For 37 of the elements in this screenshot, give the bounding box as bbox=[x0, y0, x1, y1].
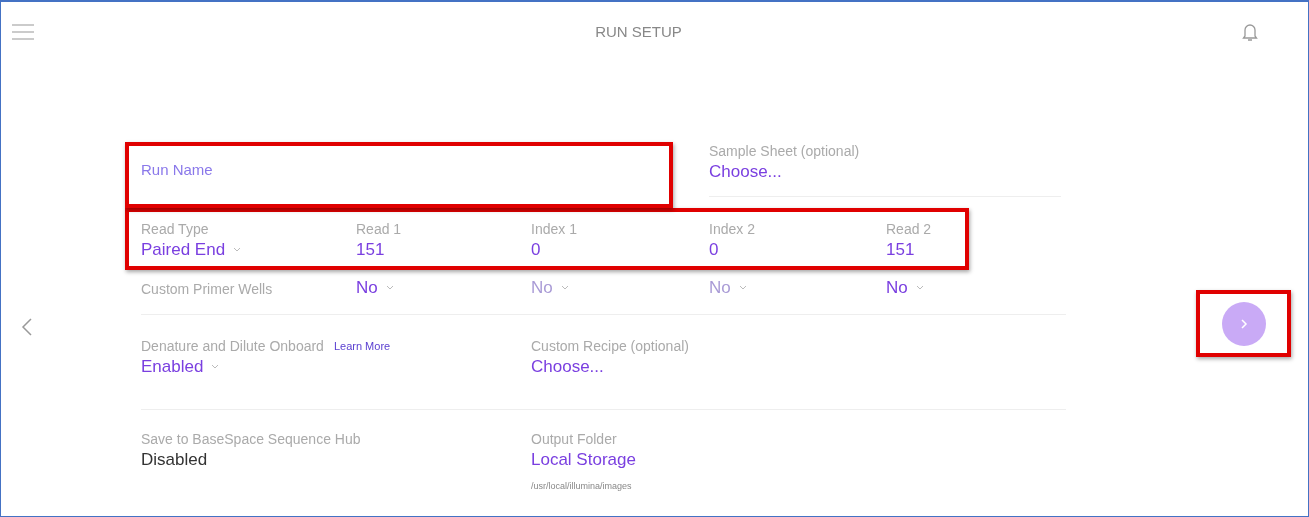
field-label: Output Folder bbox=[531, 430, 618, 448]
bell-icon[interactable] bbox=[1242, 22, 1258, 42]
learn-more-link[interactable]: Learn More bbox=[333, 337, 391, 355]
select-value[interactable]: Enabled bbox=[141, 355, 220, 379]
cycle-value[interactable]: 151 bbox=[356, 238, 385, 262]
choose-link[interactable]: Choose... bbox=[709, 160, 782, 184]
caret-icon bbox=[915, 285, 924, 291]
caret-icon bbox=[560, 285, 569, 291]
field-label: Denature and Dilute Onboard bbox=[141, 337, 324, 355]
select-value[interactable]: Paired End bbox=[141, 238, 242, 262]
cycle-value[interactable]: 0 bbox=[531, 238, 541, 262]
field-label: Custom Recipe (optional) bbox=[531, 337, 690, 355]
cycle-value[interactable]: 0 bbox=[709, 238, 719, 262]
field-label: Index 2 bbox=[709, 220, 756, 238]
folder-path: /usr/local/illumina/images bbox=[531, 481, 632, 491]
select-value: No bbox=[531, 276, 569, 300]
field-label: Sample Sheet (optional) bbox=[709, 142, 861, 160]
field-label: Read 1 bbox=[356, 220, 403, 238]
caret-icon bbox=[233, 247, 242, 253]
choose-link[interactable]: Choose... bbox=[531, 355, 604, 379]
field-label: Index 1 bbox=[531, 220, 578, 238]
select-value[interactable]: No bbox=[886, 276, 924, 300]
field-label: Save to BaseSpace Sequence Hub bbox=[141, 430, 362, 448]
select-value[interactable]: No bbox=[356, 276, 394, 300]
select-value: No bbox=[709, 276, 747, 300]
page-title: RUN SETUP bbox=[595, 21, 682, 42]
field-label: Custom Primer Wells bbox=[141, 280, 274, 299]
field-label: Read Type bbox=[141, 220, 210, 238]
menu-icon[interactable] bbox=[11, 23, 35, 41]
caret-icon bbox=[211, 364, 220, 370]
field-label: Read 2 bbox=[886, 220, 933, 238]
folder-link[interactable]: Local Storage bbox=[531, 448, 636, 472]
cycle-value[interactable]: 151 bbox=[886, 238, 915, 262]
field-value: Disabled bbox=[141, 449, 208, 471]
caret-icon bbox=[738, 285, 747, 291]
caret-icon bbox=[385, 285, 394, 291]
chevron-right-icon bbox=[1239, 317, 1248, 330]
